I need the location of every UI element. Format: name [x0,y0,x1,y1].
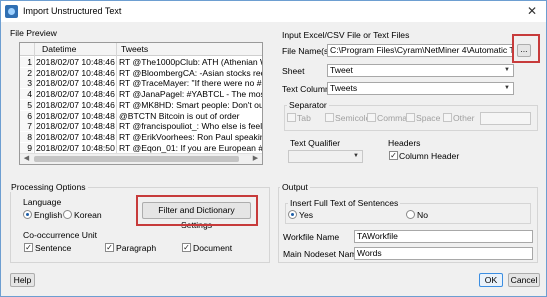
scroll-right-icon[interactable]: ▶ [250,154,261,164]
scroll-left-icon[interactable]: ◀ [21,154,32,164]
tweet-cell: RT @MK8HD: Smart people: Don't out a [119,99,263,110]
comma-checkbox[interactable] [367,113,376,122]
datetime-cell: 2018/02/07 10:48:46 [36,67,115,78]
datetime-cell: 2018/02/07 10:48:46 [36,99,115,110]
workfile-name-label: Workfile Name [283,232,340,242]
datetime-cell: 2018/02/07 10:48:48 [36,121,115,132]
processing-options-title: Processing Options [9,182,88,192]
column-header-checkbox[interactable]: ✓ [389,151,398,160]
row-number: 4 [20,89,33,100]
text-column-value: Tweets [330,83,358,93]
datetime-cell: 2018/02/07 10:48:48 [36,110,115,121]
sentence-checkbox[interactable]: ✓ [24,243,33,252]
datetime-cell: 2018/02/07 10:48:48 [36,131,115,142]
main-nodeset-label: Main Nodeset Name [283,249,362,259]
datetime-cell: 2018/02/07 10:48:50 [36,142,115,153]
space-checkbox[interactable] [406,113,415,122]
table-header: Datetime Tweets [20,43,262,56]
comma-label: Comma [377,113,408,123]
highlight-box-filter [136,195,258,226]
document-checkbox[interactable]: ✓ [182,243,191,252]
horizontal-scrollbar[interactable]: ◀ ▶ [20,153,262,164]
scroll-thumb[interactable] [34,156,239,162]
text-qualifier-label: Text Qualifier [290,138,341,148]
row-number: 2 [20,67,33,78]
tweet-cell: RT @TraceMayer: "If there were no #Bitco… [119,78,262,89]
column-header-tweets[interactable]: Tweets [121,44,148,54]
english-radio[interactable] [23,210,32,219]
chevron-down-icon: ▼ [504,85,510,91]
sheet-label: Sheet [282,66,305,76]
app-icon [5,5,18,18]
file-preview-title: File Preview [10,28,57,38]
tweet-cell: @BTCTN Bitcoin is out of order [119,110,240,121]
help-button[interactable]: Help [10,273,35,287]
english-label: English [34,210,63,220]
column-header-datetime[interactable]: Datetime [42,44,76,54]
import-dialog: Import Unstructured Text ✕ File Preview … [0,0,547,297]
other-label: Other [453,113,475,123]
yes-label: Yes [299,210,314,220]
column-header-label: Column Header [399,151,460,161]
filename-label: File Name(s) [282,46,332,56]
chevron-down-icon: ▼ [353,153,359,159]
row-number: 6 [20,110,33,121]
tweet-cell: RT @francispouliot_: Who else is feeling… [119,121,263,132]
datetime-cell: 2018/02/07 10:48:46 [36,89,115,100]
tab-checkbox[interactable] [287,113,296,122]
no-radio[interactable] [406,210,415,219]
document-label: Document [193,243,233,253]
text-column-label: Text Column [282,84,330,94]
korean-label: Korean [74,210,102,220]
workfile-name-input[interactable]: TAWorkfile [354,230,533,243]
sheet-value: Tweet [330,65,353,75]
tweet-cell: RT @The1000pClub: ATH (Athenian Wan [119,57,263,67]
text-qualifier-select[interactable]: ▼ [288,150,363,163]
row-number: 5 [20,99,33,110]
tweet-cell: RT @ErikVoorhees: Ron Paul speaking at [119,131,263,142]
korean-radio[interactable] [63,210,72,219]
datetime-cell: 2018/02/07 10:48:46 [36,57,115,67]
yes-radio[interactable] [288,210,297,219]
datetime-cell: 2018/02/07 10:48:46 [36,78,115,89]
close-icon[interactable]: ✕ [524,3,540,19]
window-title: Import Unstructured Text [23,6,122,16]
input-section-title: Input Excel/CSV File or Text Files [282,30,410,40]
no-label: No [417,210,428,220]
title-bar: Import Unstructured Text ✕ [1,1,546,22]
output-title: Output [280,182,310,192]
sheet-select[interactable]: Tweet ▼ [327,64,514,77]
tweet-cell: RT @JanaPagel: #YABTCL - The most cor [119,89,262,100]
headers-label: Headers [388,138,421,148]
semicolon-checkbox[interactable] [325,113,334,122]
cancel-button[interactable]: Cancel [508,273,540,287]
text-column-select[interactable]: Tweets ▼ [327,82,514,95]
row-number: 3 [20,78,33,89]
other-checkbox[interactable] [443,113,452,122]
sentence-label: Sentence [35,243,72,253]
row-number: 8 [20,131,33,142]
row-number: 1 [20,57,33,67]
tweet-cell: RT @BloombergCA: -Asian stocks recove [119,67,263,78]
language-label: Language [23,197,62,207]
tab-label: Tab [297,113,311,123]
row-number: 7 [20,121,33,132]
paragraph-label: Paragraph [116,243,157,253]
insert-full-text-title: Insert Full Text of Sentences [288,198,401,208]
space-label: Space [416,113,441,123]
row-number: 9 [20,142,33,153]
tweet-cell: RT @Eqon_01: If you are European #merc [119,142,263,153]
cooccurrence-label: Co-occurrence Unit [23,230,98,240]
other-separator-input[interactable] [480,112,531,125]
ok-button[interactable]: OK [479,273,503,287]
file-preview-table[interactable]: Datetime Tweets 1 2018/02/07 10:48:46 RT @… [19,42,263,165]
chevron-down-icon: ▼ [504,67,510,73]
paragraph-checkbox[interactable]: ✓ [105,243,114,252]
main-nodeset-input[interactable]: Words [354,247,533,260]
separator-title: Separator [287,100,329,110]
highlight-box-browse [512,34,540,63]
filename-input[interactable]: C:\Program Files\Cyram\NetMiner 4\Automa… [327,44,513,57]
